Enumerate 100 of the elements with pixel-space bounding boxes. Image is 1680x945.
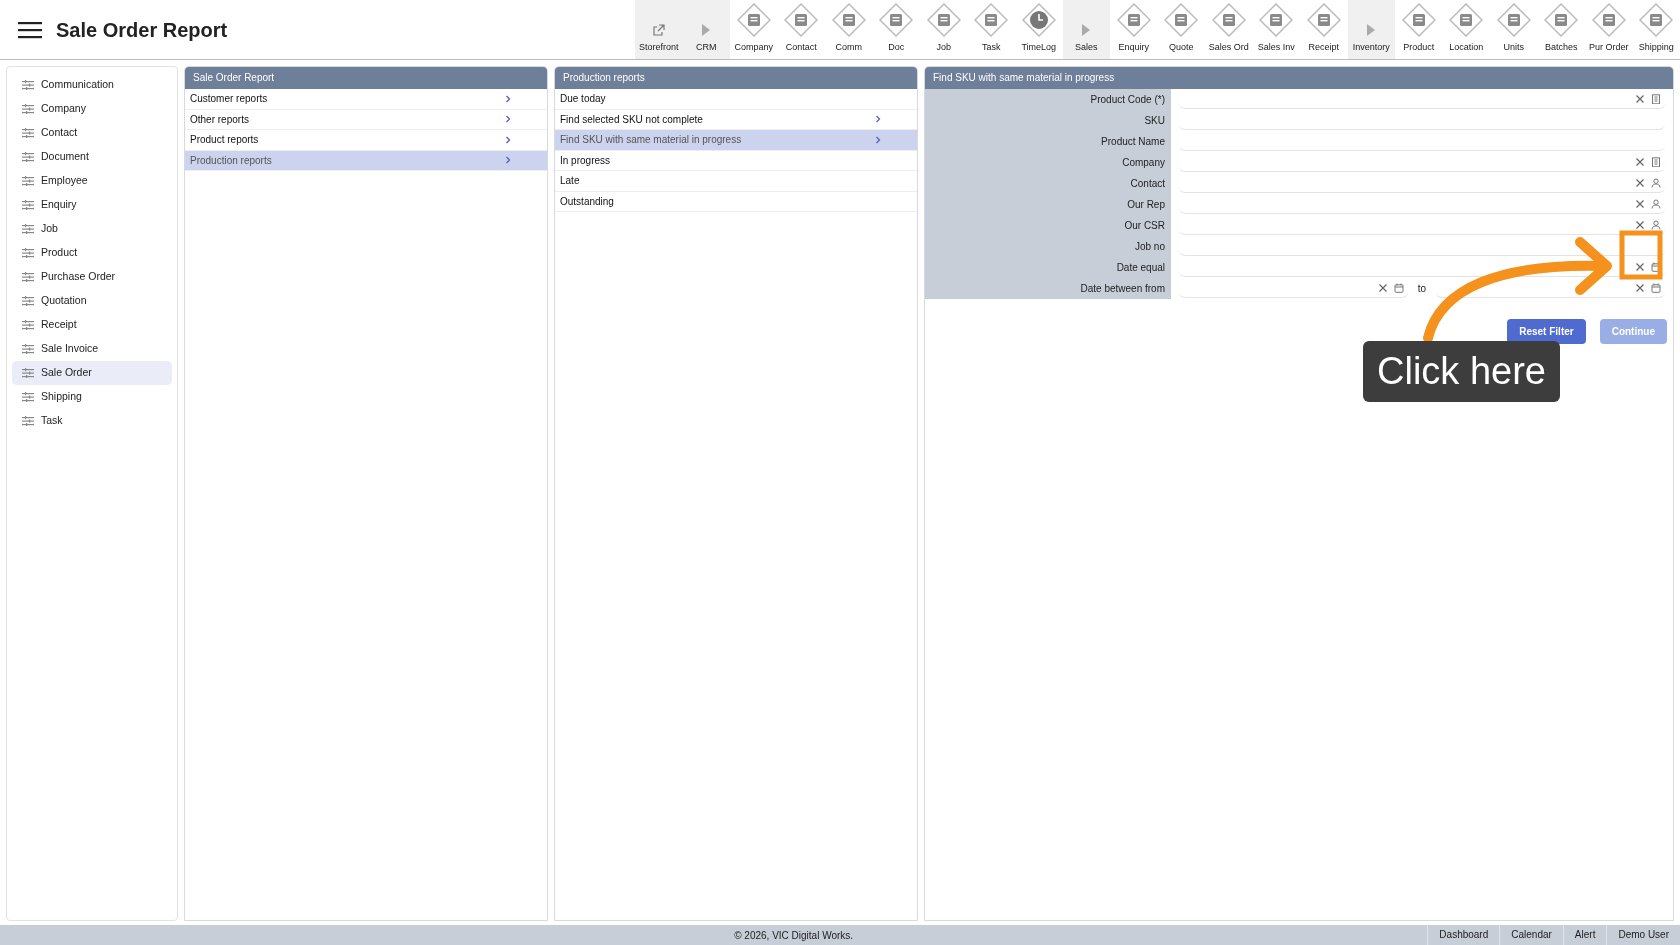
list-item[interactable]: Customer reports (185, 89, 547, 110)
clear-icon[interactable] (1635, 178, 1645, 188)
list-item[interactable]: Product reports (185, 130, 547, 151)
person-icon[interactable] (1651, 220, 1661, 230)
sidebar-item[interactable]: Job (12, 217, 172, 241)
sliders-icon (22, 344, 34, 354)
toolbar-button[interactable]: Doc (872, 0, 920, 59)
clear-icon[interactable] (1635, 199, 1645, 209)
list-item[interactable]: Outstanding (555, 191, 917, 212)
item-label: Sale Order (41, 365, 92, 381)
sliders-icon (22, 80, 34, 90)
sidebar-item[interactable]: Sale Order (12, 361, 172, 385)
sidebar-item[interactable]: Sale Invoice (12, 337, 172, 361)
calendar-icon[interactable] (1393, 283, 1404, 293)
calendar-icon[interactable] (1651, 262, 1661, 272)
sidebar-item[interactable]: Product (12, 241, 172, 265)
toolbar-button[interactable]: Task (967, 0, 1015, 59)
toolbar-button[interactable]: Company (730, 0, 778, 59)
toolbar-button[interactable]: Sales Inv (1252, 0, 1300, 59)
toolbar-button[interactable]: Sales (1062, 0, 1110, 59)
person-icon[interactable] (1651, 178, 1661, 188)
diamond-icon (1116, 2, 1151, 37)
reset-filter-button[interactable]: Reset Filter (1507, 319, 1586, 344)
diamond-icon (1259, 2, 1294, 37)
toolbar-button[interactable]: Storefront (635, 0, 683, 59)
toolbar-button[interactable]: Contact (777, 0, 825, 59)
diamond-icon (784, 2, 819, 37)
toolbar-button[interactable]: Location (1442, 0, 1490, 59)
item-label: Communication (41, 77, 114, 93)
calendar-icon[interactable] (1651, 283, 1661, 293)
toolbar-button[interactable]: Inventory (1347, 0, 1395, 59)
toolbar-button[interactable]: CRM (682, 0, 730, 59)
separator-label: to (1416, 282, 1428, 296)
diamond-icon (926, 2, 961, 37)
item-label: Document (41, 149, 89, 165)
toolbar-button[interactable]: TimeLog (1015, 0, 1063, 59)
clear-icon[interactable] (1635, 220, 1645, 230)
highlight-frame (1619, 230, 1663, 280)
building-icon[interactable] (1651, 94, 1661, 104)
sidebar-item[interactable]: Employee (12, 169, 172, 193)
sidebar-item[interactable]: Task (12, 409, 172, 433)
sidebar-item[interactable]: Company (12, 97, 172, 121)
sliders-icon (22, 392, 34, 402)
clear-icon[interactable] (1635, 262, 1645, 272)
clear-icon[interactable] (1635, 157, 1645, 167)
diamond-icon (1306, 2, 1341, 37)
item-label: Enquiry (41, 197, 77, 213)
item-label: Outstanding (560, 194, 614, 209)
list-item[interactable]: Due today (555, 89, 917, 110)
field-label: Job no (925, 236, 1171, 257)
list-item[interactable]: Late (555, 171, 917, 192)
sidebar-item[interactable]: Document (12, 145, 172, 169)
list-item[interactable]: Find SKU with same material in progress (555, 130, 917, 151)
footer-link[interactable]: Calendar (1499, 925, 1563, 945)
diamond-icon (1591, 2, 1626, 37)
sidebar-item[interactable]: Shipping (12, 385, 172, 409)
toolbar-button[interactable]: Receipt (1300, 0, 1348, 59)
triangle-icon (701, 22, 712, 37)
item-label: Customer reports (190, 92, 268, 107)
toolbar-button[interactable]: Quote (1157, 0, 1205, 59)
toolbar-button[interactable]: Comm (825, 0, 873, 59)
list-item[interactable]: Other reports (185, 109, 547, 130)
diamond-icon (1401, 2, 1436, 37)
sidebar-item[interactable]: Receipt (12, 313, 172, 337)
field-label: Our CSR (925, 215, 1171, 236)
clear-icon[interactable] (1635, 94, 1645, 104)
sidebar-item[interactable]: Purchase Order (12, 265, 172, 289)
triangle-icon (1366, 22, 1377, 37)
sidebar-item[interactable]: Quotation (12, 289, 172, 313)
item-label: Late (560, 174, 580, 189)
item-label: Job (41, 221, 58, 237)
sliders-icon (22, 272, 34, 282)
list-item[interactable]: In progress (555, 150, 917, 171)
field-label: Contact (925, 173, 1171, 194)
person-icon[interactable] (1651, 199, 1661, 209)
toolbar-button[interactable]: Pur Order (1585, 0, 1633, 59)
toolbar-button[interactable]: Shipping (1632, 0, 1680, 59)
toolbar-button[interactable]: Enquiry (1110, 0, 1158, 59)
toolbar-button[interactable]: Sales Ord (1205, 0, 1253, 59)
toolbar-button[interactable]: Units (1490, 0, 1538, 59)
item-label: In progress (560, 153, 611, 168)
diamond-icon (1211, 2, 1246, 37)
footer-link[interactable]: Alert (1562, 925, 1607, 945)
sidebar-item[interactable]: Communication (12, 73, 172, 97)
clear-icon[interactable] (1377, 283, 1388, 293)
clear-icon[interactable] (1635, 283, 1645, 293)
field-label: Product Name (925, 131, 1171, 152)
sidebar-item[interactable]: Enquiry (12, 193, 172, 217)
footer-link[interactable]: Demo User (1606, 925, 1680, 945)
toolbar-button[interactable]: Batches (1537, 0, 1585, 59)
page-title: Sale Order Report (56, 17, 228, 42)
item-label: Find SKU with same material in progress (560, 133, 742, 148)
item-label: Product (41, 245, 78, 261)
toolbar-button[interactable]: Job (920, 0, 968, 59)
field-label: SKU (925, 110, 1171, 131)
footer-link[interactable]: Dashboard (1427, 925, 1500, 945)
sidebar-item[interactable]: Contact (12, 121, 172, 145)
building-icon[interactable] (1651, 157, 1661, 167)
list-item[interactable]: Production reports (185, 150, 547, 171)
toolbar-button[interactable]: Product (1395, 0, 1443, 59)
